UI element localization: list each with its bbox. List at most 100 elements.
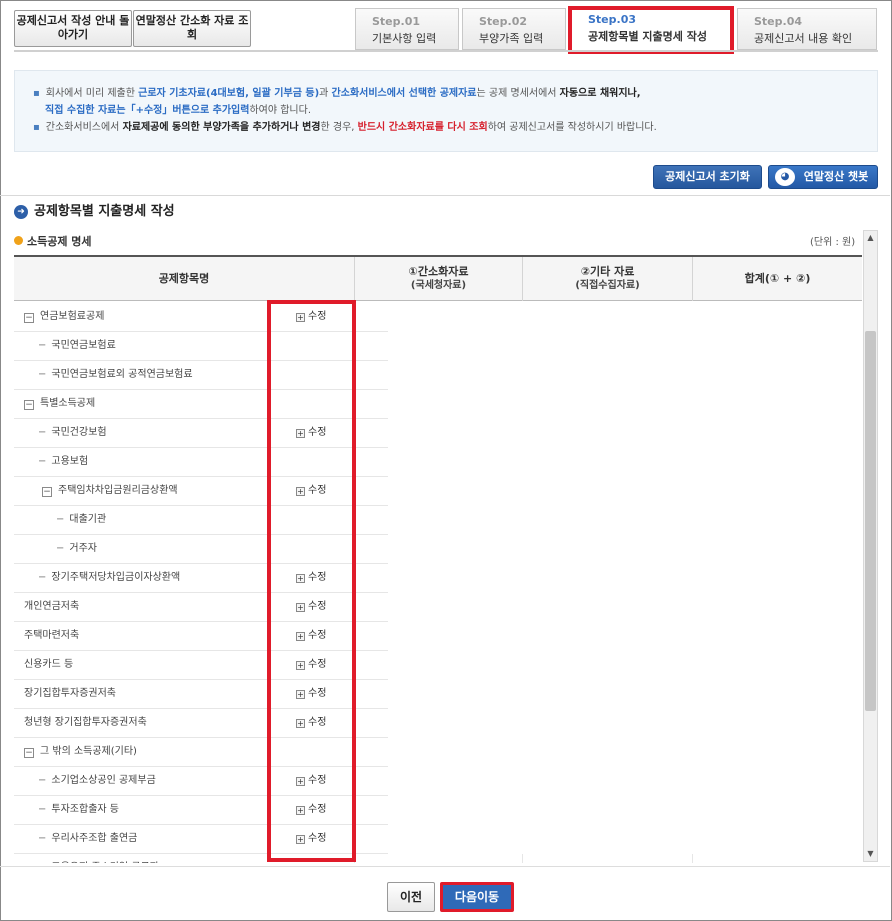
row-label: 개인연금저축 (24, 601, 80, 612)
tree-dash: − (38, 456, 47, 467)
header-item-name: 공제항목명 (158, 272, 210, 285)
notice-line-1: ▪ 회사에서 미리 제출한 근로자 기초자료(4대보험, 일괄 기부금 등)과 간… (33, 88, 641, 99)
bullet-icon: ▪ (33, 88, 40, 99)
row-label: 주택임차차입금원리금상환액 (58, 485, 178, 496)
step-label: 공제신고서 내용 확인 (754, 32, 853, 45)
row-label: 주택마련저축 (24, 630, 80, 641)
notice-box: ▪ 회사에서 미리 제출한 근로자 기초자료(4대보험, 일괄 기부금 등)과 간… (14, 70, 878, 152)
table-row: 청년형 장기집합투자증권저축 + 수정 (14, 709, 862, 738)
reset-declaration-button[interactable]: 공제신고서 초기화 (653, 165, 762, 189)
step-03-tab-active[interactable]: Step.03 공제항목별 지출명세 작성 (568, 6, 734, 54)
tree-dash: − (56, 514, 65, 525)
previous-button[interactable]: 이전 (387, 882, 435, 912)
scroll-thumb[interactable] (865, 331, 876, 711)
tree-dash: − (38, 804, 47, 815)
row-value: 0 (692, 854, 860, 863)
row-label: 대출기관 (69, 514, 107, 525)
tree-dash: − (38, 340, 47, 351)
row-value: 0 (354, 854, 522, 863)
table-row: 장기집합투자증권저축 + 수정 (14, 680, 862, 709)
table-row: − 투자조합출자 등 + 수정 (14, 796, 862, 825)
row-label: 소기업소상공인 공제부금 (51, 775, 156, 786)
chatbot-button[interactable]: ◕ 연말정산 챗봇 (768, 165, 878, 189)
table-row: − 연금보험료공제 + 수정 (14, 303, 862, 332)
step-number: Step.04 (754, 15, 803, 28)
scroll-up-icon[interactable]: ▲ (864, 231, 877, 245)
step-number: Step.02 (479, 15, 528, 28)
row-label: 신용카드 등 (24, 659, 74, 670)
divider (0, 866, 890, 867)
table-body: − 연금보험료공제 + 수정 − 국민연금보험료 − 국민연금보험료외 공적연금보험료 − 특별소… (14, 303, 862, 863)
collapse-icon[interactable]: − (24, 748, 34, 758)
step-label: 기본사항 입력 (372, 32, 437, 45)
table-row: − 특별소득공제 (14, 390, 862, 419)
row-label: 고용유지 중소기업 근로자 (51, 862, 159, 863)
row-label: 청년형 장기집합투자증권저축 (24, 717, 147, 728)
row-label: 장기집합투자증권저축 (24, 688, 116, 699)
row-label: 거주자 (69, 543, 97, 554)
table-row: − 국민건강보험 + 수정 (14, 419, 862, 448)
divider (0, 195, 890, 196)
row-label: 장기주택저당차입금이자상환액 (51, 572, 181, 583)
scroll-down-icon[interactable]: ▼ (864, 847, 877, 861)
row-label: 국민건강보험 (51, 427, 107, 438)
step-02-tab[interactable]: Step.02 부양가족 입력 (462, 8, 566, 50)
table-row: − 주택임차차입금원리금상환액 + 수정 (14, 477, 862, 506)
vertical-scrollbar[interactable]: ▲ ▼ (863, 230, 878, 862)
step-01-tab[interactable]: Step.01 기본사항 입력 (355, 8, 459, 50)
row-label: 국민연금보험료 (51, 340, 116, 351)
step-04-tab[interactable]: Step.04 공제신고서 내용 확인 (737, 8, 877, 50)
bullet-icon: ▪ (33, 122, 40, 133)
step-number: Step.01 (372, 15, 421, 28)
header-other-data: ②기타 자료 (직접수집자료) (522, 257, 692, 301)
header-total: 합계(① + ②) (692, 257, 862, 301)
back-to-guide-button[interactable]: 공제신고서 작성 안내 돌아가기 (14, 10, 132, 47)
step-label: 공제항목별 지출명세 작성 (588, 30, 707, 43)
header-simplified-data: ①간소화자료 (국세청자료) (354, 257, 522, 301)
tree-dash: − (38, 862, 46, 863)
table-row: 신용카드 등 + 수정 (14, 651, 862, 680)
table-header: 공제항목명 ①간소화자료 (국세청자료) ②기타 자료 (직접수집자료) 합계(… (14, 257, 862, 301)
collapse-icon[interactable]: − (42, 487, 52, 497)
view-simplified-data-button[interactable]: 연말정산 간소화 자료 조회 (133, 10, 251, 47)
table-row: − 고용보험 (14, 448, 862, 477)
step-label: 부양가족 입력 (479, 32, 544, 45)
arrow-circle-icon: ➜ (14, 205, 28, 219)
tree-dash: − (38, 833, 47, 844)
table-row: − 장기주택저당차입금이자상환액 + 수정 (14, 564, 862, 593)
section-title: ➜ 공제항목별 지출명세 작성 (14, 200, 175, 219)
collapse-icon[interactable]: − (24, 313, 34, 323)
row-label: 특별소득공제 (40, 398, 96, 409)
row-label: 그 밖의 소득공제(기타) (40, 746, 137, 757)
edit-column-highlight (267, 300, 356, 862)
collapse-icon[interactable]: − (24, 400, 34, 410)
row-value: 0 (522, 854, 690, 863)
row-label: 투자조합출자 등 (51, 804, 119, 815)
row-label: 고용보험 (51, 456, 89, 467)
table-row: − 국민연금보험료외 공적연금보험료 (14, 361, 862, 390)
tree-dash: − (56, 543, 65, 554)
tree-dash: − (38, 369, 47, 380)
chatbot-label: 연말정산 챗봇 (803, 170, 869, 183)
table-row: − 우리사주조합 출연금 + 수정 (14, 825, 862, 854)
table-row: − 그 밖의 소득공제(기타) (14, 738, 862, 767)
row-label: 국민연금보험료외 공적연금보험료 (51, 369, 193, 380)
next-button[interactable]: 다음이동 (440, 882, 514, 912)
row-label: 연금보험료공제 (40, 311, 105, 322)
table-row: − 소기업소상공인 공제부금 + 수정 (14, 767, 862, 796)
tab-divider (14, 50, 878, 52)
tree-dash: − (38, 427, 47, 438)
subsection-title: 소득공제 명세 (14, 233, 92, 249)
table-row: 개인연금저축 + 수정 (14, 593, 862, 622)
table-row: −고용유지 중소기업 근로자000 (14, 854, 862, 863)
deduction-table: 공제항목명 ①간소화자료 (국세청자료) ②기타 자료 (직접수집자료) 합계(… (14, 255, 862, 863)
table-row: − 거주자 (14, 535, 862, 564)
notice-line-2: 직접 수집한 자료는「+수정」버튼으로 추가입력하여야 합니다. (45, 105, 311, 116)
tree-dash: − (38, 775, 47, 786)
table-row: − 국민연금보험료 (14, 332, 862, 361)
row-label: 우리사주조합 출연금 (51, 833, 138, 844)
table-row: − 대출기관 (14, 506, 862, 535)
step-number: Step.03 (588, 13, 637, 26)
dot-icon (14, 236, 23, 245)
notice-line-3: ▪ 간소화서비스에서 자료제공에 동의한 부양가족을 추가하거나 변경한 경우, … (33, 122, 657, 133)
